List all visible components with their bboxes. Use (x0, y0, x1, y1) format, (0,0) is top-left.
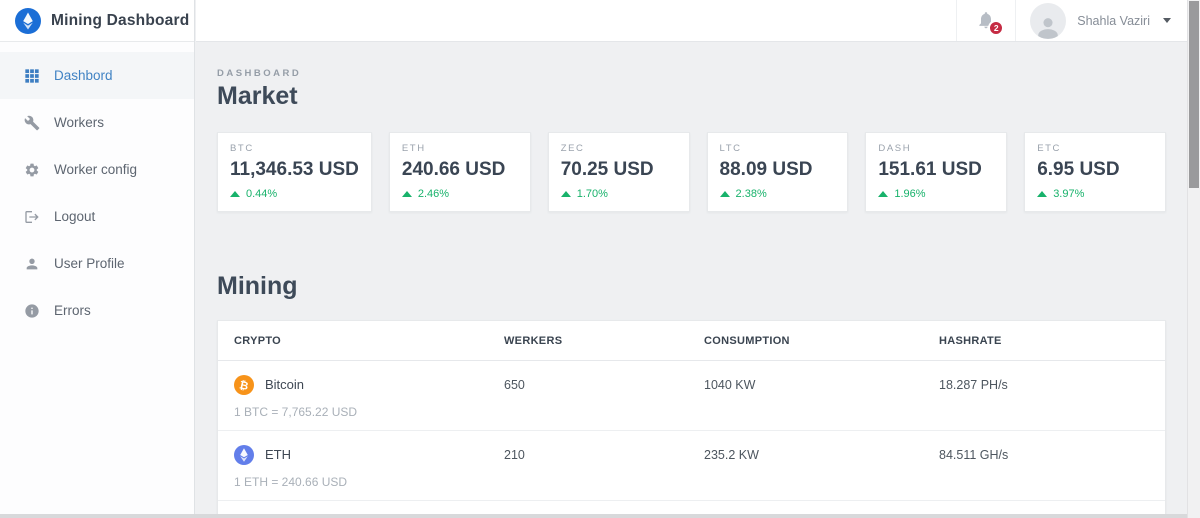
sidebar-item-logout[interactable]: Logout (0, 193, 194, 240)
sidebar: Mining Dashboard Dashbord Workers Worker… (0, 0, 195, 518)
change-value: 1.96% (894, 188, 925, 200)
market-cards: BTC 11,346.53 USD 0.44% ETH 240.66 USD 2… (217, 132, 1166, 212)
consumption-value: 235.2 KW (704, 448, 939, 462)
market-card-zec: ZEC 70.25 USD 1.70% (548, 132, 690, 212)
change-value: 2.38% (736, 188, 767, 200)
notifications-button[interactable]: 2 (956, 0, 1016, 41)
card-symbol: ETC (1037, 143, 1153, 154)
gear-icon (24, 161, 41, 178)
user-name: Shahla Vaziri (1077, 14, 1150, 28)
hashrate-value: 84.511 GH/s (939, 448, 1149, 462)
card-symbol: DASH (878, 143, 994, 154)
up-triangle-icon (878, 191, 888, 197)
grid-icon (24, 67, 41, 84)
card-change: 3.97% (1037, 188, 1153, 200)
sidebar-item-label: User Profile (54, 256, 125, 271)
up-triangle-icon (561, 191, 571, 197)
market-card-ltc: LTC 88.09 USD 2.38% (707, 132, 849, 212)
card-symbol: LTC (720, 143, 836, 154)
sidebar-item-user-profile[interactable]: User Profile (0, 240, 194, 287)
consumption-value: 1040 KW (704, 378, 939, 392)
market-card-etc: ETC 6.95 USD 3.97% (1024, 132, 1166, 212)
card-price: 88.09 USD (720, 159, 836, 181)
sidebar-item-label: Worker config (54, 162, 137, 177)
change-value: 2.46% (418, 188, 449, 200)
crypto-cell: ETH (234, 445, 504, 465)
card-symbol: ZEC (561, 143, 677, 154)
card-change: 2.46% (402, 188, 518, 200)
change-value: 3.97% (1053, 188, 1084, 200)
column-header-hashrate: HASHRATE (939, 335, 1149, 347)
card-change: 1.70% (561, 188, 677, 200)
bitcoin-icon: ₿ (234, 375, 254, 395)
up-triangle-icon (720, 191, 730, 197)
sidebar-item-label: Errors (54, 303, 91, 318)
table-row-eth[interactable]: ETH 210 235.2 KW 84.511 GH/s 1 ETH = 240… (218, 431, 1165, 501)
avatar (1030, 3, 1066, 39)
card-price: 6.95 USD (1037, 159, 1153, 181)
person-icon (1035, 15, 1061, 39)
change-value: 0.44% (246, 188, 277, 200)
notification-badge: 2 (988, 20, 1004, 36)
app-title: Mining Dashboard (51, 12, 189, 30)
sidebar-item-dashboard[interactable]: Dashbord (0, 52, 194, 99)
card-change: 0.44% (230, 188, 359, 200)
chevron-down-icon (1163, 18, 1171, 23)
crypto-name: ETH (265, 447, 291, 462)
main-content: DASHBOARD Market BTC 11,346.53 USD 0.44%… (196, 42, 1187, 518)
column-header-crypto: CRYPTO (234, 335, 504, 347)
breadcrumb: DASHBOARD (217, 68, 1166, 79)
market-card-btc: BTC 11,346.53 USD 0.44% (217, 132, 372, 212)
brand: Mining Dashboard (0, 0, 194, 42)
table-header-row: CRYPTO WERKERS CONSUMPTION HASHRATE (218, 321, 1165, 361)
column-header-consumption: CONSUMPTION (704, 335, 939, 347)
up-triangle-icon (230, 191, 240, 197)
horizontal-scrollbar[interactable] (0, 514, 1187, 518)
change-value: 1.70% (577, 188, 608, 200)
crypto-cell: ₿ Bitcoin (234, 375, 504, 395)
logout-icon (24, 208, 41, 225)
card-symbol: BTC (230, 143, 359, 154)
card-price: 151.61 USD (878, 159, 994, 181)
exchange-rate: 1 BTC = 7,765.22 USD (234, 405, 1149, 430)
vertical-scrollbar[interactable] (1187, 0, 1200, 518)
sidebar-item-label: Workers (54, 115, 104, 130)
market-title: Market (217, 82, 1166, 111)
card-price: 11,346.53 USD (230, 159, 359, 181)
card-symbol: ETH (402, 143, 518, 154)
card-change: 1.96% (878, 188, 994, 200)
sidebar-item-worker-config[interactable]: Worker config (0, 146, 194, 193)
ethereum-logo-icon (15, 8, 41, 34)
sidebar-item-label: Logout (54, 209, 95, 224)
card-price: 240.66 USD (402, 159, 518, 181)
sidebar-nav: Dashbord Workers Worker config Logout Us… (0, 42, 194, 334)
mining-title: Mining (217, 272, 1166, 301)
up-triangle-icon (1037, 191, 1047, 197)
crypto-name: Bitcoin (265, 377, 304, 392)
mining-table: CRYPTO WERKERS CONSUMPTION HASHRATE ₿ Bi… (217, 320, 1166, 518)
workers-value: 210 (504, 448, 704, 462)
vertical-scrollbar-thumb[interactable] (1189, 1, 1199, 188)
hashrate-value: 18.287 PH/s (939, 378, 1149, 392)
user-menu[interactable]: Shahla Vaziri (1016, 0, 1187, 41)
eth-icon (234, 445, 254, 465)
topbar: 2 Shahla Vaziri (196, 0, 1187, 42)
market-card-dash: DASH 151.61 USD 1.96% (865, 132, 1007, 212)
card-change: 2.38% (720, 188, 836, 200)
wrench-icon (24, 114, 41, 131)
column-header-workers: WERKERS (504, 335, 704, 347)
sidebar-item-errors[interactable]: Errors (0, 287, 194, 334)
table-row-bitcoin[interactable]: ₿ Bitcoin 650 1040 KW 18.287 PH/s 1 BTC … (218, 361, 1165, 431)
market-card-eth: ETH 240.66 USD 2.46% (389, 132, 531, 212)
sidebar-item-workers[interactable]: Workers (0, 99, 194, 146)
user-icon (24, 255, 41, 272)
workers-value: 650 (504, 378, 704, 392)
up-triangle-icon (402, 191, 412, 197)
exchange-rate: 1 ETH = 240.66 USD (234, 475, 1149, 500)
error-circle-icon (24, 302, 41, 319)
sidebar-item-label: Dashbord (54, 68, 113, 83)
card-price: 70.25 USD (561, 159, 677, 181)
